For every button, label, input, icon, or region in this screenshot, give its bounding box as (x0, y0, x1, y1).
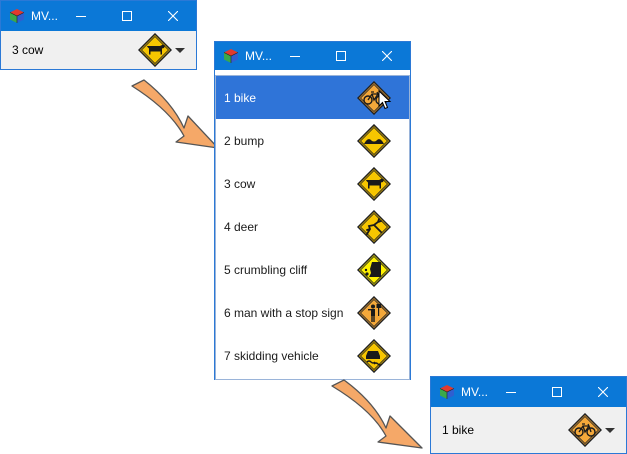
maximize-button[interactable] (534, 377, 580, 407)
list-item-label: 2 bump (224, 133, 265, 148)
close-button[interactable] (580, 377, 626, 407)
mouse-pointer-icon (378, 90, 392, 110)
close-icon (382, 51, 392, 61)
minimize-icon (290, 56, 300, 57)
minimize-button[interactable] (488, 377, 534, 407)
close-button[interactable] (364, 42, 410, 70)
list-item[interactable]: 3 cow (216, 162, 409, 205)
list-item-label: 4 deer (224, 219, 259, 234)
list-item[interactable]: 7 skidding vehicle (216, 334, 409, 377)
flow-arrow-icon (131, 79, 219, 149)
title-bar[interactable]: MV... (215, 42, 410, 70)
list-item-label: 7 skidding vehicle (224, 348, 319, 363)
dropdown-list[interactable]: 1 bike 2 bump 3 cow 4 deer 5 crumbling c… (215, 75, 410, 380)
sign-combobox[interactable]: 1 bike (431, 407, 626, 453)
window-title: MV... (461, 385, 488, 399)
close-icon (168, 11, 178, 21)
list-item[interactable]: 5 crumbling cliff (216, 248, 409, 291)
maximize-button[interactable] (318, 42, 364, 70)
title-bar[interactable]: MV... (1, 1, 196, 31)
close-button[interactable] (150, 1, 196, 31)
chevron-down-icon[interactable] (174, 44, 186, 56)
skidding-vehicle-sign-icon (357, 338, 391, 373)
combobox-value: 3 cow (12, 43, 44, 57)
close-icon (598, 387, 608, 397)
flow-arrow-icon (331, 379, 423, 449)
minimize-icon (76, 16, 86, 17)
man-with-stop-sign-icon (357, 295, 391, 330)
minimize-icon (506, 392, 516, 393)
list-item-label: 1 bike (224, 90, 257, 105)
maximize-icon (336, 51, 346, 61)
window-bottom: MV... 1 bike (430, 376, 627, 454)
window-title: MV... (31, 9, 58, 23)
window-title: MV... (245, 49, 272, 63)
list-item-label: 5 crumbling cliff (224, 262, 308, 277)
maximize-icon (552, 387, 562, 397)
list-item[interactable]: 2 bump (216, 119, 409, 162)
app-cube-icon (439, 385, 455, 399)
app-cube-icon (223, 49, 239, 63)
list-item-label: 6 man with a stop sign (224, 305, 344, 320)
maximize-icon (122, 11, 132, 21)
window-dropdown-open: MV... 1 bike 2 bump 3 cow 4 deer 5 crumb… (214, 41, 411, 380)
cow-sign-icon (138, 33, 172, 67)
deer-sign-icon (357, 209, 391, 244)
title-bar[interactable]: MV... (431, 377, 626, 407)
list-item-label: 3 cow (224, 176, 256, 191)
bump-sign-icon (357, 123, 391, 158)
sign-combobox[interactable]: 3 cow (1, 31, 196, 69)
minimize-button[interactable] (272, 42, 318, 70)
cow-sign-icon (357, 166, 391, 201)
minimize-button[interactable] (58, 1, 104, 31)
chevron-down-icon[interactable] (604, 424, 616, 436)
maximize-button[interactable] (104, 1, 150, 31)
window-top: MV... 3 cow (0, 0, 197, 70)
list-item[interactable]: 6 man with a stop sign (216, 291, 409, 334)
list-item[interactable]: 1 bike (216, 76, 409, 119)
bike-sign-icon (568, 413, 602, 447)
crumbling-cliff-sign-icon (357, 252, 391, 287)
app-cube-icon (9, 9, 25, 23)
list-item[interactable]: 4 deer (216, 205, 409, 248)
combobox-value: 1 bike (442, 423, 475, 437)
